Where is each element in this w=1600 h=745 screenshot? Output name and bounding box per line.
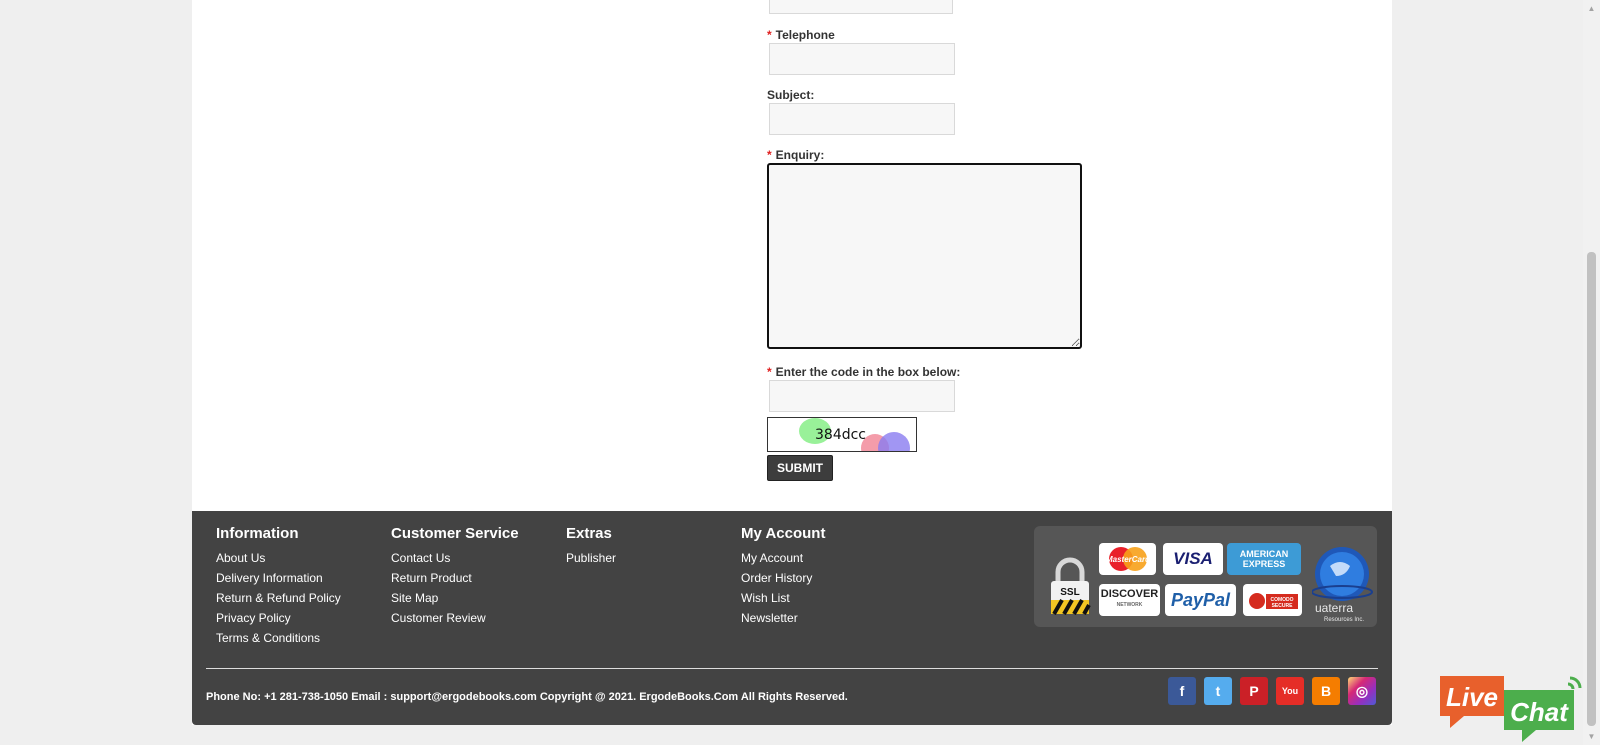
live-chat-icon[interactable]: Live Chat [1438, 672, 1586, 742]
footer-heading: Extras [566, 525, 612, 542]
phone-label: Phone No: [206, 691, 261, 703]
captcha-label: * Enter the code in the box below: [767, 365, 961, 379]
footer-link-delivery-information[interactable]: Delivery Information [216, 571, 323, 585]
mastercard-icon: MasterCard [1099, 543, 1156, 575]
ssl-lock-icon: SSL [1051, 557, 1091, 615]
required-mark: * [767, 28, 772, 42]
scrollbar-thumb[interactable] [1587, 252, 1596, 726]
footer-column-information: Information About Us Delivery Informatio… [216, 525, 391, 648]
footer-link-customer-review[interactable]: Customer Review [391, 611, 486, 625]
footer-column-customer-service: Customer Service Contact Us Return Produ… [391, 525, 566, 628]
footer-link-return-product[interactable]: Return Product [391, 571, 472, 585]
footer-link-wish-list[interactable]: Wish List [741, 591, 790, 605]
blogger-icon[interactable]: B [1312, 677, 1340, 705]
payment-badges-panel: SSL MasterCard VISA AMERICAN EXPRESS DIS… [1034, 526, 1377, 627]
footer-link-publisher[interactable]: Publisher [566, 551, 616, 565]
svg-text:Live: Live [1446, 682, 1498, 712]
submit-button[interactable]: SUBMIT [767, 455, 833, 481]
svg-text:SECURE: SECURE [1271, 603, 1293, 609]
scroll-up-icon[interactable]: ▲ [1583, 0, 1600, 17]
captcha-code: 384dcc [815, 427, 867, 443]
email-address[interactable]: support@ergodebooks.com [390, 691, 536, 703]
footer-link-privacy-policy[interactable]: Privacy Policy [216, 611, 291, 625]
telephone-label: * Telephone [767, 28, 835, 42]
required-mark: * [767, 365, 772, 379]
comodo-secure-icon: COMODO SECURE [1243, 584, 1302, 616]
uaterra-globe-icon: uaterra Resources Inc. [1312, 547, 1373, 623]
discover-icon: DISCOVER NETWORK [1099, 584, 1160, 616]
telephone-input[interactable] [769, 43, 955, 75]
captcha-input[interactable] [769, 380, 955, 412]
subject-input[interactable] [769, 103, 955, 135]
facebook-icon[interactable]: f [1168, 677, 1196, 705]
phone-number: +1 281-738-1050 [264, 691, 349, 703]
footer-divider [206, 668, 1378, 669]
visa-icon: VISA [1163, 543, 1223, 575]
subject-label: Subject: [767, 88, 815, 102]
footer-link-terms-conditions[interactable]: Terms & Conditions [216, 631, 320, 645]
pinterest-icon[interactable]: P [1240, 677, 1268, 705]
email-label: Email : [351, 691, 388, 703]
required-mark: * [767, 148, 772, 162]
footer-link-contact-us[interactable]: Contact Us [391, 551, 450, 565]
enquiry-textarea[interactable] [767, 163, 1082, 349]
svg-text:Resources Inc.: Resources Inc. [1324, 617, 1364, 623]
footer-link-order-history[interactable]: Order History [741, 571, 812, 585]
svg-text:uaterra: uaterra [1315, 601, 1353, 615]
footer-link-about-us[interactable]: About Us [216, 551, 265, 565]
svg-text:MasterCard: MasterCard [1105, 555, 1150, 564]
enquiry-label: * Enquiry: [767, 148, 825, 162]
footer-heading: Customer Service [391, 525, 519, 542]
footer-link-newsletter[interactable]: Newsletter [741, 611, 798, 625]
footer-link-my-account[interactable]: My Account [741, 551, 803, 565]
twitter-icon[interactable]: t [1204, 677, 1232, 705]
footer-heading: My Account [741, 525, 826, 542]
footer-column-extras: Extras Publisher [566, 525, 741, 568]
footer-link-return-refund-policy[interactable]: Return & Refund Policy [216, 591, 341, 605]
paypal-icon: PayPal [1165, 584, 1236, 616]
instagram-icon[interactable]: ◎ [1348, 677, 1376, 705]
footer-link-site-map[interactable]: Site Map [391, 591, 438, 605]
american-express-icon: AMERICAN EXPRESS [1227, 543, 1301, 575]
youtube-icon[interactable]: You [1276, 677, 1304, 705]
copyright: Copyright @ 2021. ErgodeBooks.Com All Ri… [539, 691, 848, 703]
footer-heading: Information [216, 525, 299, 542]
page-scrollbar[interactable]: ▲ ▼ [1583, 0, 1600, 745]
footer-contact-line: Phone No: +1 281-738-1050 Email : suppor… [206, 691, 848, 703]
previous-field-input[interactable] [769, 0, 953, 14]
svg-text:Chat: Chat [1510, 697, 1569, 727]
footer: Information About Us Delivery Informatio… [192, 511, 1392, 725]
footer-column-my-account: My Account My Account Order History Wish… [741, 525, 916, 628]
svg-text:SSL: SSL [1060, 587, 1079, 598]
captcha-noise-circle [878, 432, 910, 451]
captcha-image: 384dcc [767, 417, 917, 452]
